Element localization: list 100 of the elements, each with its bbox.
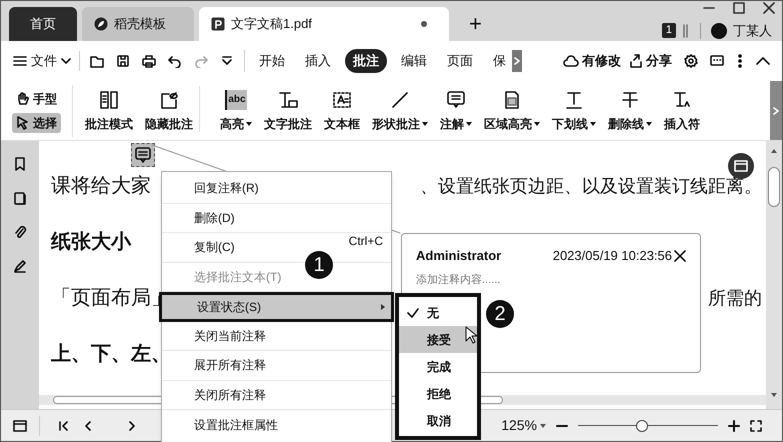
zoom-dropdown[interactable]: 125%	[501, 415, 546, 436]
first-page-icon[interactable]	[58, 420, 70, 432]
tool-button[interactable]: 手型	[12, 88, 61, 108]
strikethrough-icon	[620, 90, 640, 110]
save-icon[interactable]	[116, 54, 130, 68]
comment-author: Administrator	[416, 247, 502, 265]
chevron-right-icon	[773, 106, 779, 114]
toolbar-button[interactable]: 形状批注	[366, 90, 434, 132]
share-icon	[629, 54, 643, 68]
toolbar-button[interactable]: 文本框	[318, 90, 366, 132]
document-text: 纸张大小	[51, 230, 131, 255]
comment-input[interactable]: 添加注释内容......	[416, 272, 686, 288]
maximize-icon[interactable]	[732, 1, 746, 15]
menu-item[interactable]: 回复注释(R)	[162, 174, 391, 204]
menu-item[interactable]: 完成	[399, 353, 477, 380]
pdf-logo-icon	[211, 17, 225, 31]
menu-item[interactable]: 取消	[399, 407, 477, 434]
vertical-scrollbar[interactable]	[766, 141, 782, 409]
document-text: 、设置纸张页边距、以及设置装订线距离。	[420, 175, 762, 198]
toolbar-button[interactable]: 注解	[434, 90, 478, 132]
bars-icon	[682, 24, 690, 38]
menu-tab[interactable]: 开始	[253, 51, 291, 71]
menu-item[interactable]: 无	[399, 299, 477, 326]
comment-note-icon[interactable]	[131, 143, 155, 167]
insert-caret-icon	[672, 90, 692, 110]
mouse-cursor-icon	[465, 326, 477, 344]
toolbar-button[interactable]: 下划线	[546, 90, 602, 132]
next-page-icon[interactable]	[128, 420, 136, 432]
speech-bubble-icon	[135, 147, 151, 163]
scroll-right-button[interactable]	[770, 81, 782, 140]
text-note-icon	[278, 90, 298, 110]
settings-icon[interactable]	[684, 54, 698, 68]
fullscreen-icon[interactable]	[750, 420, 762, 432]
comment-icon[interactable]	[710, 54, 724, 68]
share-button[interactable]: 分享	[629, 51, 672, 71]
leaf-logo-icon	[94, 17, 108, 31]
file-menu[interactable]: 文件	[13, 51, 80, 71]
menu-tab[interactable]: 编辑	[395, 51, 433, 71]
pointer-icon	[16, 116, 30, 130]
menu-item[interactable]: 设置批注框属性	[162, 410, 391, 440]
scroll-down-icon	[771, 393, 777, 397]
chevron-up-icon[interactable]	[756, 56, 770, 66]
menu-tab[interactable]: 页面	[441, 51, 479, 71]
hand-icon	[16, 92, 30, 106]
slider-thumb[interactable]	[636, 420, 648, 432]
print-icon[interactable]	[142, 54, 156, 68]
menu-item[interactable]: 删除(D)	[162, 204, 391, 233]
modified-status[interactable]: 有修改	[563, 51, 621, 71]
tab[interactable]: 首页	[9, 7, 77, 41]
menu-item[interactable]: 设置状态(S)	[159, 292, 394, 322]
window-icon	[734, 160, 748, 172]
chevron-down-icon[interactable]	[220, 54, 234, 68]
menu-item[interactable]: 拒绝	[399, 380, 477, 407]
scroll-right-button[interactable]	[512, 50, 522, 72]
menu-item[interactable]: 关闭所有注释	[162, 380, 391, 410]
tab[interactable]: 文字文稿1.pdf	[199, 7, 449, 41]
menu-item[interactable]: 展开所有注释	[162, 351, 391, 380]
dropdown-caret-icon	[540, 424, 546, 428]
tab[interactable]: 稻壳模板	[82, 7, 194, 41]
scrollbar-thumb[interactable]	[768, 167, 780, 207]
menu-item[interactable]: 关闭当前注释	[162, 322, 391, 351]
chevron-down-icon	[61, 57, 71, 65]
pages-icon[interactable]	[13, 191, 27, 205]
paperclip-icon[interactable]	[13, 225, 27, 239]
open-folder-icon[interactable]	[90, 54, 104, 68]
menu-item[interactable]: 接受	[399, 326, 477, 353]
comment-time: 2023/05/19 10:23:56	[552, 247, 672, 265]
toolbar-button[interactable]: 删除线	[602, 90, 658, 132]
shortcut-text: Ctrl+C	[348, 233, 383, 250]
menu-tab[interactable]: 保	[487, 51, 512, 71]
layout-icon[interactable]	[13, 418, 27, 432]
user-name[interactable]: 丁某人	[733, 21, 772, 40]
scroll-up-icon	[771, 149, 777, 153]
toolbar-button[interactable]: 文字批注	[258, 90, 318, 132]
checkmark-icon	[407, 308, 419, 318]
menu-tab[interactable]: 插入	[299, 51, 337, 71]
new-tab-button[interactable]: +	[455, 7, 496, 41]
toolbar-button[interactable]: 插入符	[658, 90, 706, 132]
toolbar-button[interactable]: 区域高亮	[478, 90, 546, 132]
cloud-icon	[563, 54, 579, 68]
tool-button[interactable]: 选择	[12, 112, 61, 132]
avatar[interactable]	[711, 22, 727, 39]
note-icon	[446, 90, 466, 110]
close-icon[interactable]	[674, 250, 686, 262]
toolbar-button[interactable]: 批注模式	[79, 90, 139, 132]
signature-pen-icon[interactable]	[13, 259, 27, 273]
more-icon[interactable]	[738, 54, 742, 68]
zoom-in-icon[interactable]	[728, 420, 740, 432]
highlight-text-icon: abc	[225, 90, 247, 110]
toolbar-button[interactable]: abc 高亮	[214, 90, 258, 132]
zoom-slider[interactable]	[578, 420, 718, 432]
bookmark-icon[interactable]	[13, 157, 27, 171]
undo-icon[interactable]	[168, 54, 182, 68]
notification-badge[interactable]: 1	[662, 23, 676, 38]
menu-tab[interactable]: 批注	[345, 49, 387, 73]
close-icon[interactable]	[762, 1, 776, 15]
toolbar-button[interactable]: 隐藏批注	[139, 90, 199, 132]
line-icon	[390, 90, 410, 110]
previous-page-icon[interactable]	[84, 420, 92, 432]
menu-icon	[13, 55, 27, 67]
